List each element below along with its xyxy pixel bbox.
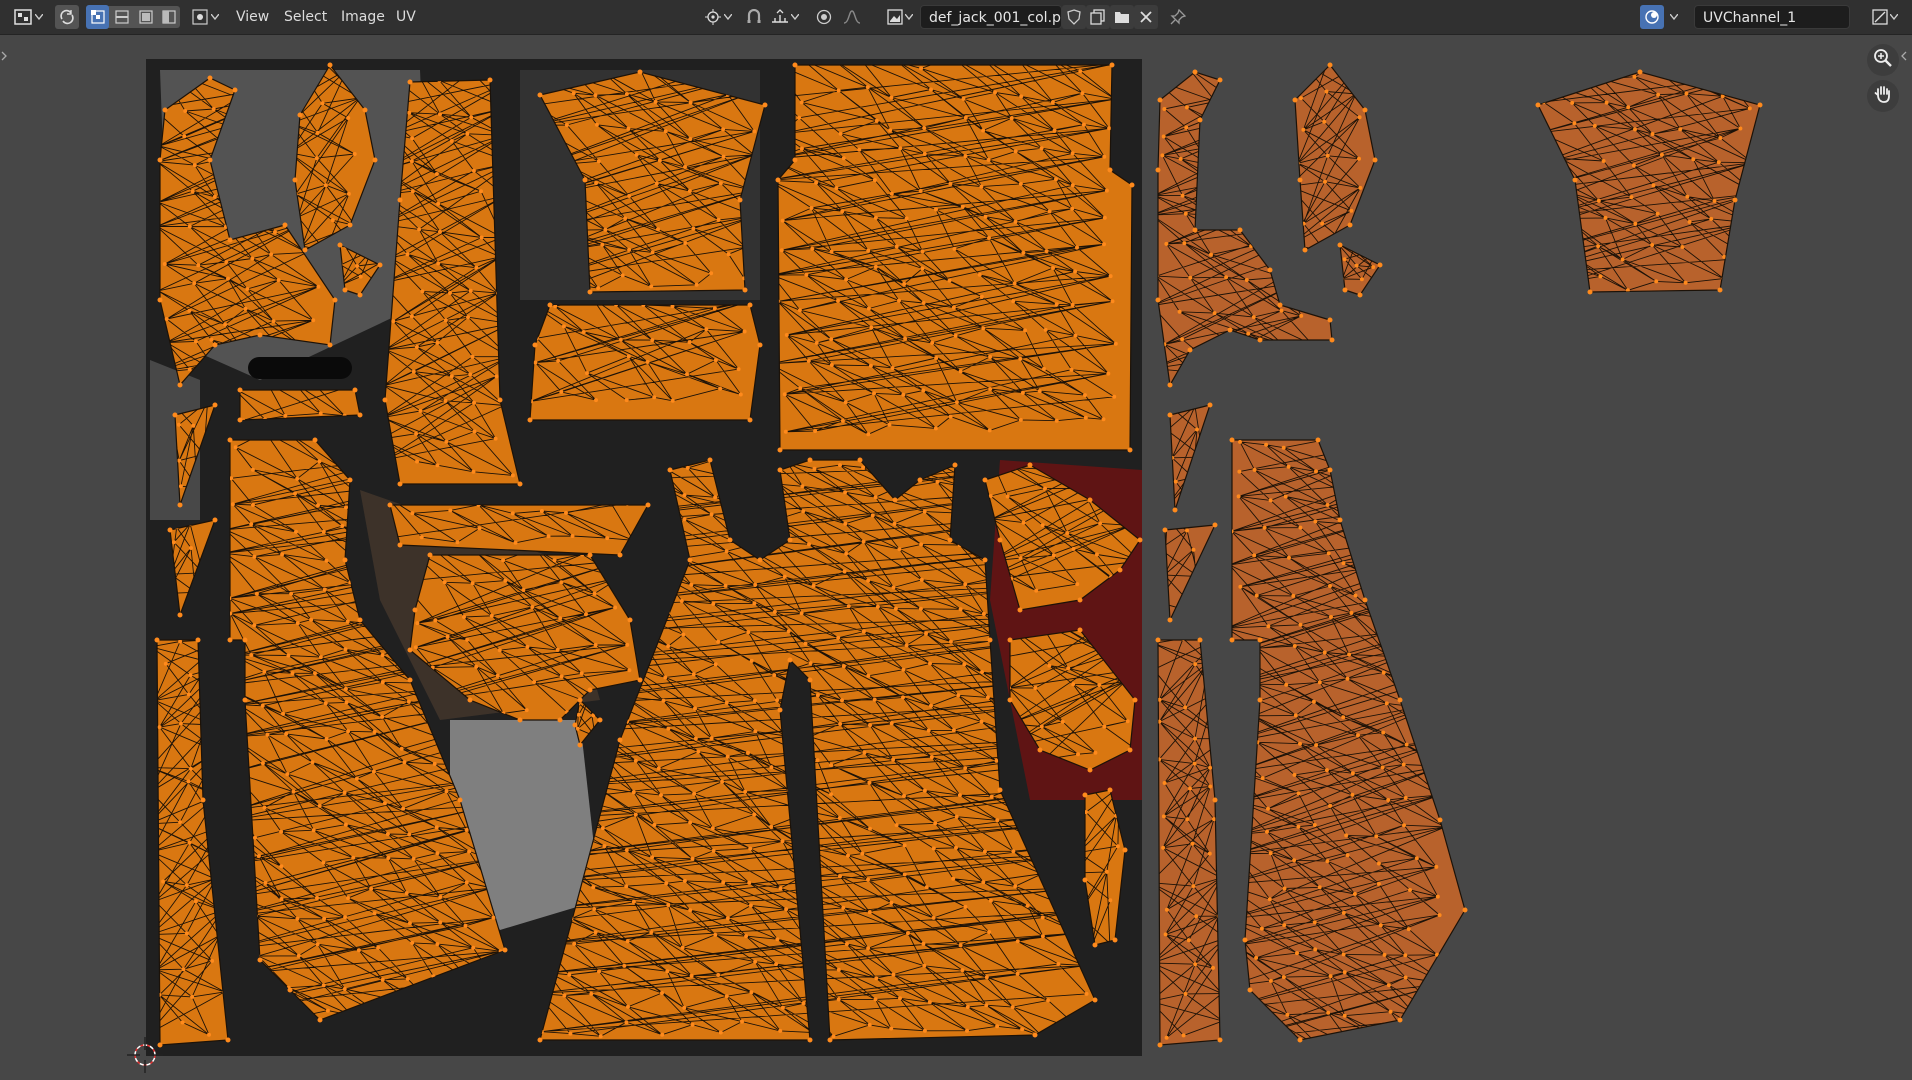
- hand-icon: [1873, 84, 1893, 108]
- uv-editor-icon: [13, 9, 32, 25]
- sidebar-toggle-right[interactable]: [1900, 47, 1910, 61]
- fake-user-button[interactable]: [1062, 5, 1086, 29]
- image-menu[interactable]: Image: [335, 5, 391, 29]
- pin-icon: [1170, 9, 1186, 25]
- overlay-icon: [1644, 9, 1660, 25]
- zoom-button[interactable]: [1867, 44, 1899, 76]
- uv-canvas[interactable]: [0, 35, 1912, 1080]
- shield-icon: [1067, 9, 1081, 25]
- snap-icon: [746, 9, 762, 25]
- image-browse-icon: [887, 9, 903, 25]
- uv-island: [1537, 71, 1761, 293]
- island-select-icon: [162, 10, 176, 24]
- display-mode-dropdown[interactable]: [1866, 5, 1904, 29]
- pan-button[interactable]: [1867, 80, 1899, 112]
- uv-map-field[interactable]: UVChannel_1: [1694, 5, 1850, 29]
- chevron-down-icon: [724, 14, 732, 20]
- view-menu[interactable]: View: [230, 5, 275, 29]
- sync-selection-button[interactable]: [55, 5, 79, 29]
- zoom-icon: [1873, 48, 1893, 72]
- new-image-button[interactable]: [1086, 5, 1110, 29]
- face-select-icon: [138, 10, 153, 24]
- uv-editor-header: View Select Image UV def_jack_001_col.pn…: [0, 0, 1912, 35]
- sticky-select-icon: [191, 9, 208, 25]
- chevron-down-icon: [210, 14, 219, 20]
- uv-editor-viewport[interactable]: [0, 35, 1912, 1080]
- overlays-dropdown[interactable]: [1664, 5, 1684, 29]
- sidebar-toggle-left[interactable]: [0, 47, 10, 61]
- uv-menu[interactable]: UV: [390, 5, 422, 29]
- vertex-select-button[interactable]: [86, 5, 109, 29]
- close-icon: [1140, 11, 1152, 23]
- sticky-select-dropdown[interactable]: [188, 5, 222, 29]
- texture-shading: [248, 357, 352, 379]
- snap-toggle[interactable]: [742, 5, 766, 29]
- new-image-icon: [1090, 9, 1106, 25]
- chevron-right-icon: [0, 47, 8, 66]
- image-name-field[interactable]: def_jack_001_col.png: [920, 5, 1079, 29]
- uv-island: [529, 304, 761, 421]
- unlink-image-button[interactable]: [1134, 5, 1158, 29]
- overlays-toggle[interactable]: [1640, 5, 1664, 29]
- snap-target-dropdown[interactable]: [766, 5, 804, 29]
- chevron-left-icon: [1900, 47, 1908, 66]
- sync-selection-icon: [59, 9, 75, 25]
- image-browse-dropdown[interactable]: [882, 5, 918, 29]
- edge-select-button[interactable]: [110, 5, 133, 29]
- select-menu[interactable]: Select: [278, 5, 333, 29]
- chevron-down-icon: [1670, 14, 1678, 20]
- pivot-point-icon: [704, 9, 722, 25]
- display-mode-icon: [1872, 9, 1888, 25]
- editor-type-button[interactable]: [8, 5, 48, 29]
- chevron-down-icon: [34, 14, 43, 20]
- vertex-select-icon: [90, 10, 105, 24]
- chevron-down-icon: [905, 14, 913, 20]
- chevron-down-icon: [1890, 14, 1898, 20]
- proportional-edit-toggle[interactable]: [812, 5, 836, 29]
- pin-image-toggle[interactable]: [1166, 5, 1190, 29]
- snap-increment-icon: [771, 9, 789, 25]
- open-image-button[interactable]: [1110, 5, 1134, 29]
- falloff-curve-icon: [843, 9, 861, 25]
- proportional-edit-icon: [816, 9, 832, 25]
- folder-icon: [1114, 10, 1130, 24]
- edge-select-icon: [114, 10, 129, 24]
- pivot-point-dropdown[interactable]: [700, 5, 736, 29]
- chevron-down-icon: [791, 14, 799, 20]
- proportional-falloff-dropdown[interactable]: [838, 5, 866, 29]
- face-select-button[interactable]: [134, 5, 157, 29]
- island-select-button[interactable]: [158, 5, 180, 29]
